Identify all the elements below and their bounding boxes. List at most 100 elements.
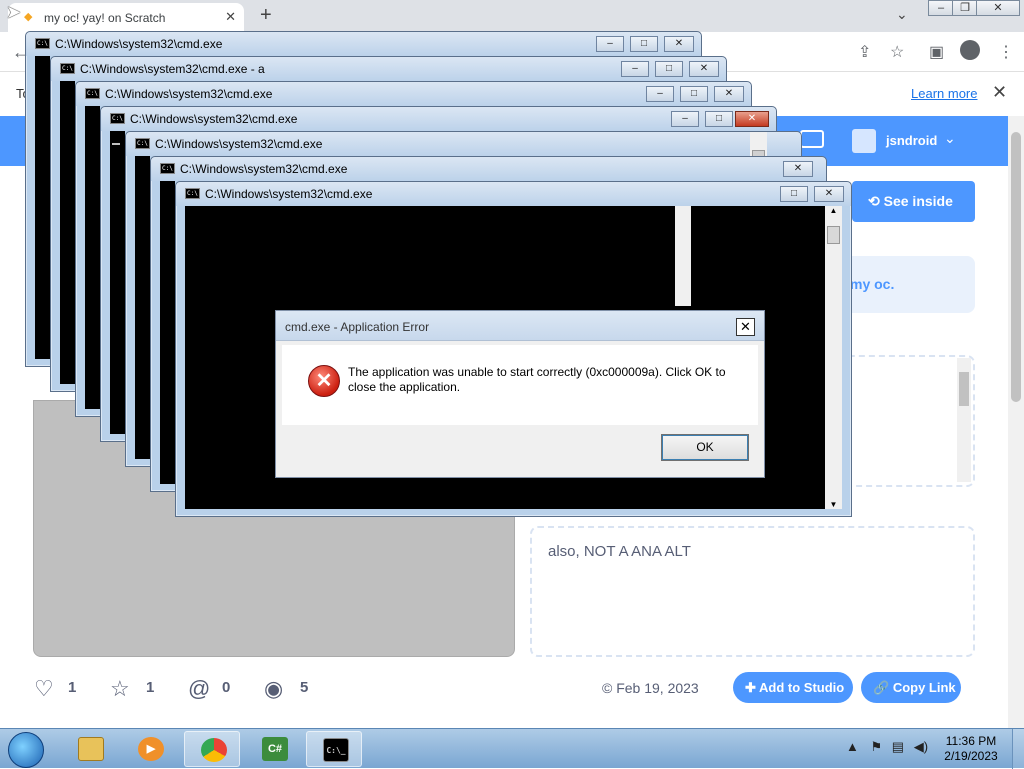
taskbar-media-player[interactable]: ▶ — [122, 731, 178, 767]
cmd-console[interactable] — [35, 56, 50, 359]
minimize-button[interactable]: – — [928, 0, 954, 16]
user-avatar[interactable] — [852, 129, 876, 153]
minimize-button[interactable]: – — [646, 86, 674, 102]
cmd-icon: C:\ — [85, 88, 100, 99]
csharp-icon: C# — [262, 737, 288, 761]
tab-close-icon[interactable]: ✕ — [225, 9, 236, 25]
cmd-title: C:\Windows\system32\cmd.exe — [155, 137, 323, 151]
cmd-console[interactable] — [85, 106, 100, 409]
application-error-dialog[interactable]: cmd.exe - Application Error ✕ ✕ The appl… — [275, 310, 765, 478]
star-icon[interactable]: ☆ — [110, 676, 130, 702]
page-scrollbar[interactable] — [1008, 116, 1024, 728]
clock-time: 11:36 PM — [945, 734, 997, 748]
new-tab-button[interactable]: + — [260, 4, 272, 27]
notes-scrollbar[interactable] — [957, 358, 971, 482]
close-button[interactable]: ✕ — [735, 111, 769, 127]
cmd-title: C:\Windows\system32\cmd.exe — [180, 162, 348, 176]
mouse-cursor-icon: ➤ — [6, 2, 22, 22]
side-panel-icon[interactable]: ▣ — [929, 42, 944, 62]
error-icon: ✕ — [308, 365, 340, 397]
maximize-button[interactable]: □ — [630, 36, 658, 52]
dialog-titlebar[interactable]: cmd.exe - Application Error ✕ — [276, 311, 764, 341]
tab-title: my oc! yay! on Scratch — [44, 11, 166, 25]
close-button[interactable]: ✕ — [664, 36, 694, 52]
cmd-scrollbar[interactable]: ▲ ▼ — [825, 206, 842, 509]
close-button[interactable]: ✕ — [814, 186, 844, 202]
close-button[interactable]: ✕ — [714, 86, 744, 102]
cmd-titlebar[interactable]: C:\ C:\Windows\system32\cmd.exe – □ ✕ — [76, 82, 751, 106]
share-icon[interactable]: ⇪ — [858, 42, 871, 62]
cmd-icon: C:\ — [110, 113, 125, 124]
dialog-content: ✕ The application was unable to start co… — [282, 345, 758, 425]
action-center-flag-icon[interactable]: ⚑ — [871, 739, 883, 754]
username[interactable]: jsndroid — [886, 133, 937, 148]
close-button[interactable]: ✕ — [783, 161, 813, 177]
cmd-console[interactable] — [135, 156, 150, 459]
cmd-titlebar[interactable]: C:\ C:\Windows\system32\cmd.exe – □ ✕ — [101, 107, 776, 131]
error-message: The application was unable to start corr… — [348, 365, 726, 394]
volume-icon[interactable]: ◀) — [914, 739, 928, 754]
network-icon[interactable]: ▤ — [892, 739, 904, 754]
maximize-button[interactable]: □ — [680, 86, 708, 102]
cmd-title: C:\Windows\system32\cmd.exe - a — [80, 62, 265, 76]
cmd-icon: C:\ — [35, 38, 50, 49]
taskbar-chrome[interactable] — [184, 731, 240, 767]
cmd-console[interactable] — [160, 181, 175, 484]
minimize-button[interactable]: – — [621, 61, 649, 77]
windows-taskbar: ▶ C# C:\_ ▲ ⚑ ▤ ◀) 11:36 PM 2/19/2023 — [0, 728, 1024, 769]
profile-avatar-icon[interactable] — [960, 40, 980, 60]
cmd-titlebar[interactable]: C:\ C:\Windows\system32\cmd.exe — [126, 132, 801, 156]
cmd-icon: C:\ — [185, 188, 200, 199]
favorite-count: 1 — [146, 679, 155, 696]
close-button[interactable]: ✕ — [689, 61, 719, 77]
page-scrollbar-thumb[interactable] — [1011, 132, 1021, 402]
cmd-titlebar[interactable]: C:\ C:\Windows\system32\cmd.exe – □ ✕ — [26, 32, 701, 56]
clock-date: 2/19/2023 — [944, 749, 998, 763]
dialog-close-icon[interactable]: ✕ — [736, 318, 755, 336]
scrollbar-thumb[interactable] — [827, 226, 840, 244]
love-count: 1 — [68, 679, 77, 696]
add-to-studio-button[interactable]: ✚ Add to Studio — [733, 672, 853, 703]
minimize-button[interactable]: – — [596, 36, 624, 52]
scrollbar-thumb[interactable] — [959, 372, 969, 406]
system-tray: ▲ ⚑ ▤ ◀) — [846, 739, 928, 755]
learn-more-link[interactable]: Learn more — [911, 86, 977, 101]
copy-link-button[interactable]: 🔗 Copy Link — [861, 672, 961, 703]
infobar-close-icon[interactable]: ✕ — [992, 82, 1007, 103]
tab-search-chevron-icon[interactable]: ⌄ — [896, 6, 908, 23]
heart-icon[interactable]: ♡ — [34, 676, 54, 702]
cmd-console[interactable] — [60, 81, 75, 384]
maximize-button[interactable]: □ — [655, 61, 683, 77]
start-button[interactable] — [8, 732, 44, 768]
cmd-titlebar[interactable]: C:\ C:\Windows\system32\cmd.exe - a – □ … — [51, 57, 726, 81]
underlying-window-edge — [675, 206, 691, 306]
maximize-button[interactable]: □ — [705, 111, 733, 127]
bookmark-star-icon[interactable]: ☆ — [890, 42, 904, 62]
taskbar-explorer[interactable] — [62, 731, 118, 767]
restore-button[interactable]: ❐ — [952, 0, 978, 16]
scroll-up-icon[interactable]: ▲ — [825, 206, 842, 215]
menu-kebab-icon[interactable]: ⋮ — [998, 42, 1014, 62]
show-desktop-button[interactable] — [1012, 729, 1024, 769]
cmd-titlebar[interactable]: C:\ C:\Windows\system32\cmd.exe □ ✕ — [176, 182, 851, 206]
taskbar-csharp[interactable]: C# — [246, 731, 302, 767]
view-count: 5 — [300, 679, 309, 696]
close-window-button[interactable]: ✕ — [976, 0, 1020, 16]
cmd-title: C:\Windows\system32\cmd.exe — [55, 37, 223, 51]
instructions-text: my oc. — [850, 276, 895, 292]
cmd-console[interactable] — [110, 131, 125, 434]
clock[interactable]: 11:36 PM 2/19/2023 — [936, 734, 1006, 764]
show-hidden-icons-icon[interactable]: ▲ — [846, 739, 859, 754]
cmd-titlebar[interactable]: C:\ C:\Windows\system32\cmd.exe ✕ — [151, 157, 826, 181]
chrome-icon — [201, 738, 227, 762]
minimize-button[interactable]: – — [671, 111, 699, 127]
chevron-down-icon[interactable]: ⌄ — [944, 130, 956, 147]
see-inside-button[interactable]: ⟲ See inside — [852, 181, 975, 222]
cmd-icon: C:\_ — [323, 738, 349, 762]
taskbar-cmd[interactable]: C:\_ — [306, 731, 362, 767]
scroll-down-icon[interactable]: ▼ — [825, 500, 842, 509]
ok-button[interactable]: OK — [661, 434, 749, 461]
my-stuff-folder-icon[interactable] — [800, 130, 824, 148]
maximize-button[interactable]: □ — [780, 186, 808, 202]
browser-tab[interactable]: ◆ my oc! yay! on Scratch ✕ — [8, 3, 244, 32]
